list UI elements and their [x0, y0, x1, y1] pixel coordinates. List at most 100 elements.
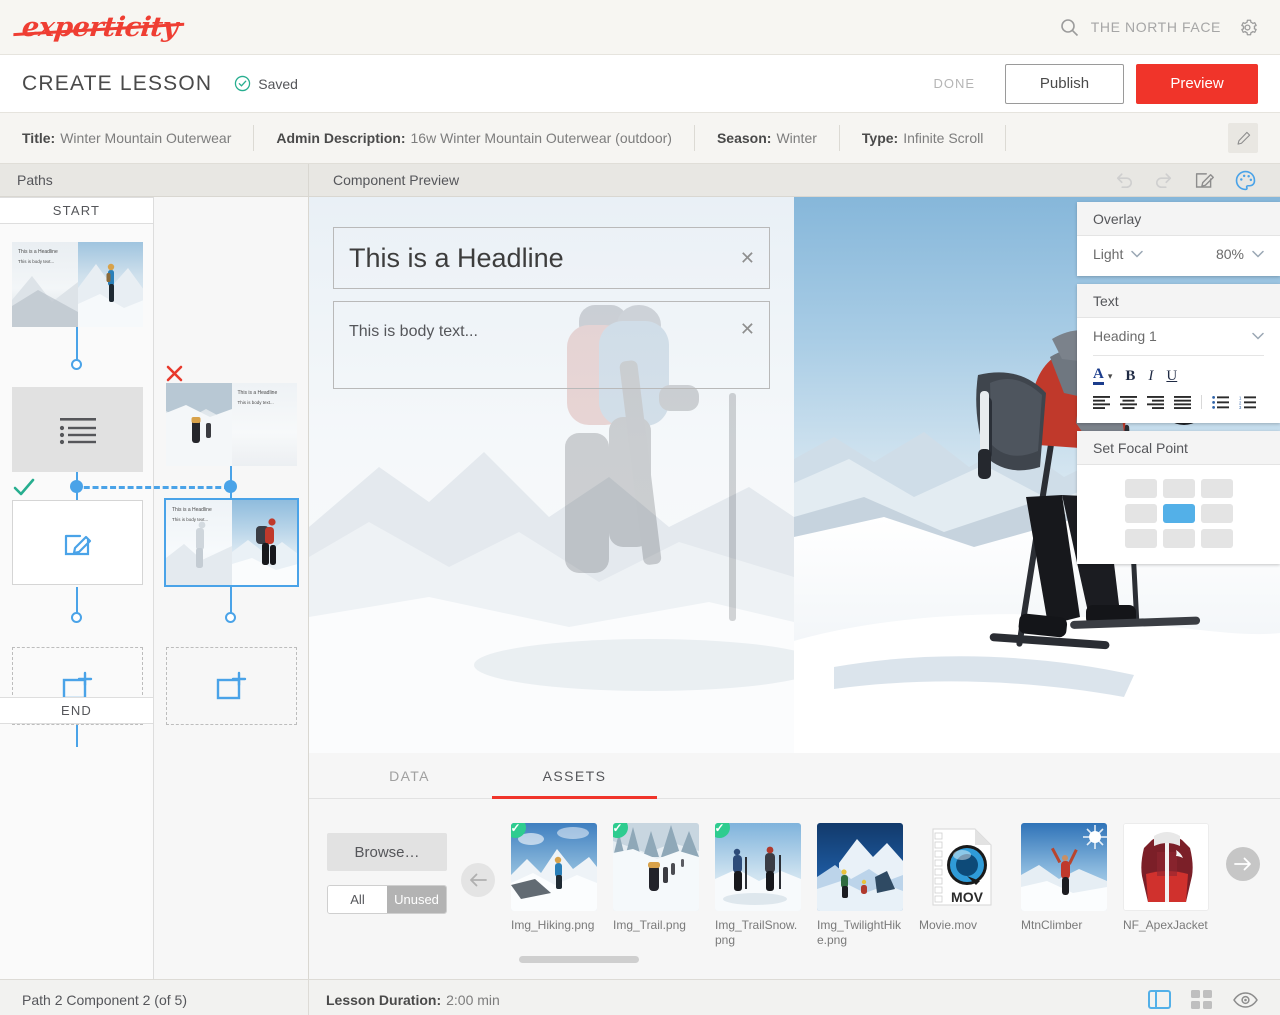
- focal-cell-4[interactable]: [1162, 504, 1195, 523]
- browse-button[interactable]: Browse…: [327, 833, 447, 871]
- eye-preview-icon[interactable]: [1233, 991, 1258, 1008]
- focal-cell-8[interactable]: [1200, 529, 1233, 548]
- asset-name: Img_TrailSnow.png: [715, 918, 798, 947]
- lesson-actions: DONE Publish Preview: [933, 63, 1258, 104]
- filter-all-option[interactable]: All: [328, 886, 387, 913]
- path2-component-2[interactable]: This is a Headline This is body text...: [164, 498, 299, 587]
- search-input[interactable]: THE NORTH FACE: [1091, 19, 1221, 35]
- experticity-logo[interactable]: experticity: [20, 12, 179, 43]
- thumb-half-right: This is a Headline This is body text...: [231, 383, 297, 466]
- asset-name: Movie.mov: [919, 918, 978, 932]
- tab-data[interactable]: DATA: [327, 753, 492, 798]
- thumb-text: This is a Headline This is body text...: [238, 389, 278, 407]
- asset-thumbnail: ✓: [511, 823, 597, 911]
- text-style-select[interactable]: Heading 1: [1093, 328, 1264, 356]
- path2-insert-handle[interactable]: [225, 612, 236, 623]
- align-left-icon[interactable]: [1093, 395, 1110, 409]
- component-thumbnail: This is a Headline This is body text...: [166, 383, 297, 466]
- focal-cell-1[interactable]: [1162, 479, 1195, 498]
- done-button[interactable]: DONE: [933, 76, 975, 91]
- numbered-list-icon[interactable]: 123: [1239, 396, 1256, 409]
- path1-component-3[interactable]: [12, 500, 143, 585]
- lesson-meta-bar: Title: Winter Mountain Outerwear Admin D…: [0, 113, 1280, 164]
- asset-item[interactable]: NF_ApexJacket: [1123, 823, 1209, 979]
- assets-next-button[interactable]: [1226, 847, 1260, 881]
- assets-horizontal-scrollbar[interactable]: [519, 956, 639, 963]
- grid-view-icon[interactable]: [1191, 990, 1213, 1009]
- path1-insert-handle-1[interactable]: [71, 359, 82, 370]
- asset-item[interactable]: Img_TwilightHike.png: [817, 823, 903, 979]
- text-panel: Text Heading 1 A ▾ B I U 1 2 3: [1077, 284, 1280, 423]
- paths-panel: Paths START This is a Headline This is b…: [0, 164, 309, 979]
- asset-item[interactable]: ✓: [715, 823, 801, 979]
- body-value[interactable]: This is body text...: [334, 302, 478, 341]
- paths-panel-title: Paths: [0, 164, 308, 197]
- filter-unused-option[interactable]: Unused: [387, 886, 446, 913]
- asset-item[interactable]: MtnClimber: [1021, 823, 1107, 979]
- align-justify-icon[interactable]: [1174, 395, 1191, 409]
- lesson-duration-label: Lesson Duration:: [326, 991, 442, 1008]
- preview-button[interactable]: Preview: [1136, 63, 1258, 104]
- text-panel-title: Text: [1077, 284, 1280, 318]
- path2-add-component[interactable]: [166, 647, 297, 725]
- path1-component-1[interactable]: This is a Headline This is body text...: [12, 242, 143, 327]
- thumb-body: This is body text...: [18, 258, 55, 264]
- saved-status: Saved: [234, 75, 298, 92]
- focal-cell-2[interactable]: [1200, 479, 1233, 498]
- asset-item[interactable]: MOV Movie.mov: [919, 823, 1005, 979]
- align-center-icon[interactable]: [1120, 395, 1137, 409]
- path1-component-2[interactable]: [12, 387, 143, 472]
- asset-filter-toggle: All Unused: [327, 885, 447, 914]
- font-color-dropdown-icon[interactable]: ▾: [1108, 371, 1113, 382]
- thumb-half-left: This is a Headline This is body text...: [12, 242, 78, 327]
- split-view-icon[interactable]: [1148, 990, 1171, 1009]
- text-format-row: A ▾ B I U: [1093, 356, 1264, 385]
- path2-status-x-icon: [166, 365, 183, 382]
- focal-cell-3[interactable]: [1124, 504, 1157, 523]
- thumb-text: This is a Headline This is body text...: [172, 506, 212, 524]
- component-preview-title: Component Preview: [333, 172, 460, 188]
- path1-insert-handle-2[interactable]: [71, 612, 82, 623]
- tab-assets[interactable]: ASSETS: [492, 753, 657, 799]
- publish-button[interactable]: Publish: [1005, 63, 1124, 104]
- search-icon[interactable]: [1060, 18, 1079, 37]
- body-textbox[interactable]: This is body text... ✕: [333, 301, 770, 389]
- assets-controls: Browse… All Unused: [327, 815, 447, 979]
- pencil-icon: [1235, 130, 1252, 147]
- thumb-headline: This is a Headline: [18, 249, 58, 255]
- meta-title-label: Title:: [22, 130, 56, 146]
- thumb-text: This is a Headline This is body text...: [18, 248, 58, 266]
- font-color-icon[interactable]: A: [1093, 367, 1104, 385]
- add-rect-icon: [215, 670, 249, 702]
- focal-cell-5[interactable]: [1200, 504, 1233, 523]
- gear-icon[interactable]: [1237, 17, 1258, 38]
- headline-textbox[interactable]: This is a Headline ✕: [333, 227, 770, 289]
- edit-meta-button[interactable]: [1228, 123, 1258, 153]
- lesson-duration: Lesson Duration: 2:00 min: [309, 992, 500, 1008]
- edit-icon[interactable]: [1194, 170, 1215, 190]
- align-right-icon[interactable]: [1147, 395, 1164, 409]
- brand-bar: experticity THE NORTH FACE: [0, 0, 1280, 55]
- workspace: Paths START This is a Headline This is b…: [0, 164, 1280, 979]
- global-search[interactable]: THE NORTH FACE: [1060, 18, 1221, 37]
- close-icon[interactable]: ✕: [726, 249, 769, 267]
- bottom-tabs: DATA ASSETS: [309, 753, 1280, 799]
- italic-icon[interactable]: I: [1148, 368, 1153, 385]
- undo-icon[interactable]: [1114, 171, 1134, 189]
- focal-cell-0[interactable]: [1124, 479, 1157, 498]
- check-circle-icon: [234, 75, 251, 92]
- close-icon[interactable]: ✕: [726, 302, 769, 338]
- path2-component-1[interactable]: This is a Headline This is body text...: [166, 383, 297, 466]
- redo-icon[interactable]: [1154, 171, 1174, 189]
- overlay-style-select[interactable]: Light: [1093, 246, 1144, 262]
- bold-icon[interactable]: B: [1125, 368, 1135, 385]
- assets-prev-button[interactable]: [461, 863, 495, 897]
- palette-icon[interactable]: [1235, 170, 1256, 191]
- bullet-list-icon[interactable]: [1212, 395, 1229, 409]
- focal-cell-6[interactable]: [1124, 529, 1157, 548]
- focal-cell-7[interactable]: [1162, 529, 1195, 548]
- stage-left-image[interactable]: This is a Headline ✕ This is body text..…: [309, 197, 794, 753]
- overlay-opacity-select[interactable]: 80%: [1216, 246, 1264, 262]
- headline-value[interactable]: This is a Headline: [334, 243, 564, 274]
- underline-icon[interactable]: U: [1166, 368, 1177, 385]
